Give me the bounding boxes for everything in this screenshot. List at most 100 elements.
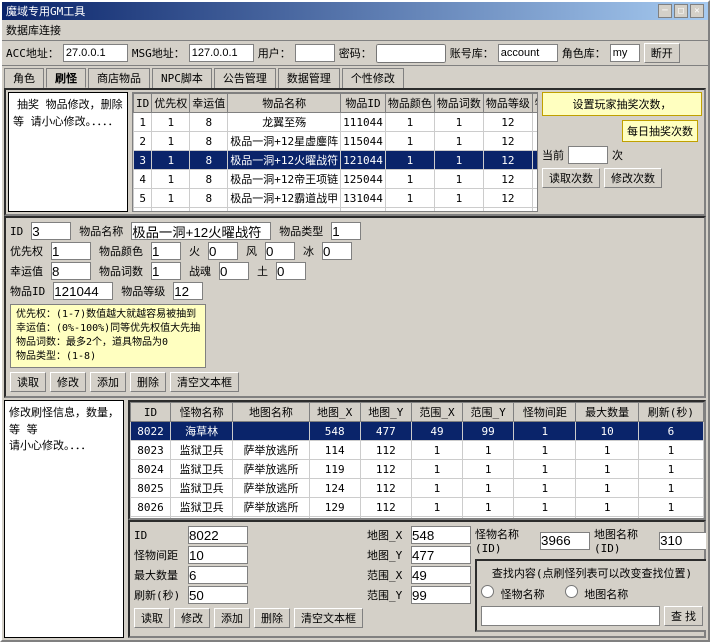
user-input[interactable]	[295, 44, 335, 62]
tab-personal[interactable]: 个性修改	[342, 68, 404, 88]
monster-detail-columns: ID 怪物间距 最大数量	[134, 526, 700, 632]
grade-input[interactable]	[173, 282, 203, 300]
monster-radio[interactable]	[481, 585, 494, 598]
type-input[interactable]	[331, 222, 361, 240]
col-pri: 优先权	[152, 94, 190, 113]
name-input[interactable]	[131, 222, 271, 240]
monster-radio-label[interactable]: 怪物名称	[481, 585, 545, 602]
m-mname-input[interactable]	[540, 532, 590, 550]
modify-count-button[interactable]: 修改次数	[604, 168, 662, 188]
search-input[interactable]	[481, 606, 660, 626]
pri-input[interactable]	[51, 242, 91, 260]
fire-label: 火	[189, 243, 200, 259]
close-button[interactable]: ✕	[690, 4, 704, 18]
map-radio[interactable]	[565, 585, 578, 598]
menu-item-db[interactable]: 数据库连接	[6, 24, 61, 37]
item-table-row[interactable]: 518极品一洞+12霸道战甲13104411121000	[134, 189, 539, 208]
m-modify-button[interactable]: 修改	[174, 608, 210, 628]
monster-table-row[interactable]: 8024监狱卫兵萨举放逃所11911211111	[131, 460, 704, 479]
m-refresh-input[interactable]	[188, 586, 248, 604]
m-dist-label: 怪物间距	[134, 547, 184, 563]
item-add-button[interactable]: 添加	[90, 372, 126, 392]
tab-role[interactable]: 角色	[4, 68, 44, 88]
m-rx-input[interactable]	[411, 566, 471, 584]
tab-bar: 角色 刷怪 商店物品 NPC脚本 公告管理 数据管理 个性修改	[4, 68, 706, 88]
map-radio-label[interactable]: 地图名称	[565, 585, 629, 602]
monster-main: ID 怪物名称 地图名称 地图_X 地图_Y 范围_X 范围_Y 怪物间距 最大…	[128, 400, 706, 638]
m-ry-input[interactable]	[411, 586, 471, 604]
main-content: 角色 刷怪 商店物品 NPC脚本 公告管理 数据管理 个性修改 抽奖 物品修改，…	[2, 66, 708, 640]
words-label: 物品词数	[99, 263, 143, 279]
words-input[interactable]	[151, 262, 181, 280]
current-value-input[interactable]	[568, 146, 608, 164]
tab-npc[interactable]: NPC脚本	[152, 68, 212, 88]
m-dist-input[interactable]	[188, 546, 248, 564]
monster-table-row[interactable]: 8022海草林54847749991106	[131, 422, 704, 441]
m-mapname-input[interactable]	[659, 532, 706, 550]
item-table-row[interactable]: 118龙翼至殇11104411121100	[134, 113, 539, 132]
item-modify-button[interactable]: 修改	[50, 372, 86, 392]
m-mapx-input[interactable]	[411, 526, 471, 544]
item-id-input[interactable]	[53, 282, 113, 300]
luck-input[interactable]	[51, 262, 91, 280]
m-delete-button[interactable]: 删除	[254, 608, 290, 628]
item-read-button[interactable]: 读取	[10, 372, 46, 392]
id-input[interactable]	[31, 222, 71, 240]
earth-input[interactable]	[276, 262, 306, 280]
monster-table-scroll[interactable]: ID 怪物名称 地图名称 地图_X 地图_Y 范围_X 范围_Y 怪物间距 最大…	[128, 400, 706, 520]
m-read-button[interactable]: 读取	[134, 608, 170, 628]
warning-box-1: 抽奖 物品修改，删除 等 请小心修改。．．．．	[8, 92, 128, 212]
name-label: 物品名称	[79, 223, 123, 239]
connect-button[interactable]: 断开	[644, 43, 680, 63]
item-row-4: 物品ID 物品等级	[10, 282, 700, 300]
tab-shop[interactable]: 商店物品	[88, 68, 150, 88]
m-ry-label: 范围_Y	[367, 587, 407, 603]
item-table-scroll[interactable]: ID 优先权 幸运值 物品名称 物品ID 物品颜色 物品词数 物品等级 物品类型	[132, 92, 538, 212]
minimize-button[interactable]: ─	[658, 4, 672, 18]
m-max-input[interactable]	[188, 566, 248, 584]
m-mapy-label: 地图_Y	[367, 547, 407, 563]
soul-input[interactable]	[219, 262, 249, 280]
m-clear-button[interactable]: 清空文本框	[294, 608, 363, 628]
main-window: 魔域专用GM工具 ─ □ ✕ 数据库连接 ACC地址： MSG地址： 用户： 密…	[0, 0, 710, 642]
m-mapy-input[interactable]	[411, 546, 471, 564]
monster-refresh-row: 刷新(秒)	[134, 586, 363, 604]
wind-input[interactable]	[265, 242, 295, 260]
fire-input[interactable]	[208, 242, 238, 260]
m-id-input[interactable]	[188, 526, 248, 544]
acc-input[interactable]	[63, 44, 128, 62]
monster-col-mid: 地图_X 地图_Y 范围_X	[367, 526, 471, 632]
item-table-row[interactable]: 618极品一洞+12莹技装13504411121000	[134, 208, 539, 213]
tab-lottery[interactable]: 刷怪	[46, 68, 86, 88]
item-table-row[interactable]: 318极品一洞+12火曜战符12104411121000	[134, 151, 539, 170]
role-label: 角色库：	[562, 45, 606, 61]
bottom-section: 修改刷怪信息，数量，等 等请小心修改。．．． ID 怪物名称 地图名称	[4, 400, 706, 638]
search-button[interactable]: 查 找	[664, 606, 703, 626]
item-table: ID 优先权 幸运值 物品名称 物品ID 物品颜色 物品词数 物品等级 物品类型	[133, 93, 538, 212]
soul-label: 战魂	[189, 263, 211, 279]
item-table-row[interactable]: 418极品一洞+12帝王项链12504411121000	[134, 170, 539, 189]
item-table-row[interactable]: 218极品一洞+12星虚鏖阵11504411121000	[134, 132, 539, 151]
ice-input[interactable]	[322, 242, 352, 260]
item-row-2: 优先权 物品颜色 火 风 冰	[10, 242, 700, 260]
m-add-button[interactable]: 添加	[214, 608, 250, 628]
monster-table-row[interactable]: 8025监狱卫兵萨举放逃所12411211111	[131, 479, 704, 498]
m-max-label: 最大数量	[134, 567, 184, 583]
pwd-input[interactable]	[376, 44, 446, 63]
read-count-button[interactable]: 读取次数	[542, 168, 600, 188]
m-mapx-label: 地图_X	[367, 527, 407, 543]
monster-table-row[interactable]: 8026监狱卫兵萨举放逃所12911211111	[131, 498, 704, 517]
m-col-rx: 范围_X	[411, 403, 462, 422]
tab-notice[interactable]: 公告管理	[214, 68, 276, 88]
tab-data[interactable]: 数据管理	[278, 68, 340, 88]
role-input[interactable]	[610, 44, 640, 62]
monster-col-left: ID 怪物间距 最大数量	[134, 526, 363, 632]
monster-table-row[interactable]: 8023监狱卫兵萨举放逃所11411211111	[131, 441, 704, 460]
color-input[interactable]	[151, 242, 181, 260]
msg-input[interactable]	[189, 44, 254, 62]
item-delete-button[interactable]: 删除	[130, 372, 166, 392]
db-input[interactable]	[498, 44, 558, 62]
pri-label: 优先权	[10, 243, 43, 259]
item-clear-button[interactable]: 清空文本框	[170, 372, 239, 392]
maximize-button[interactable]: □	[674, 4, 688, 18]
